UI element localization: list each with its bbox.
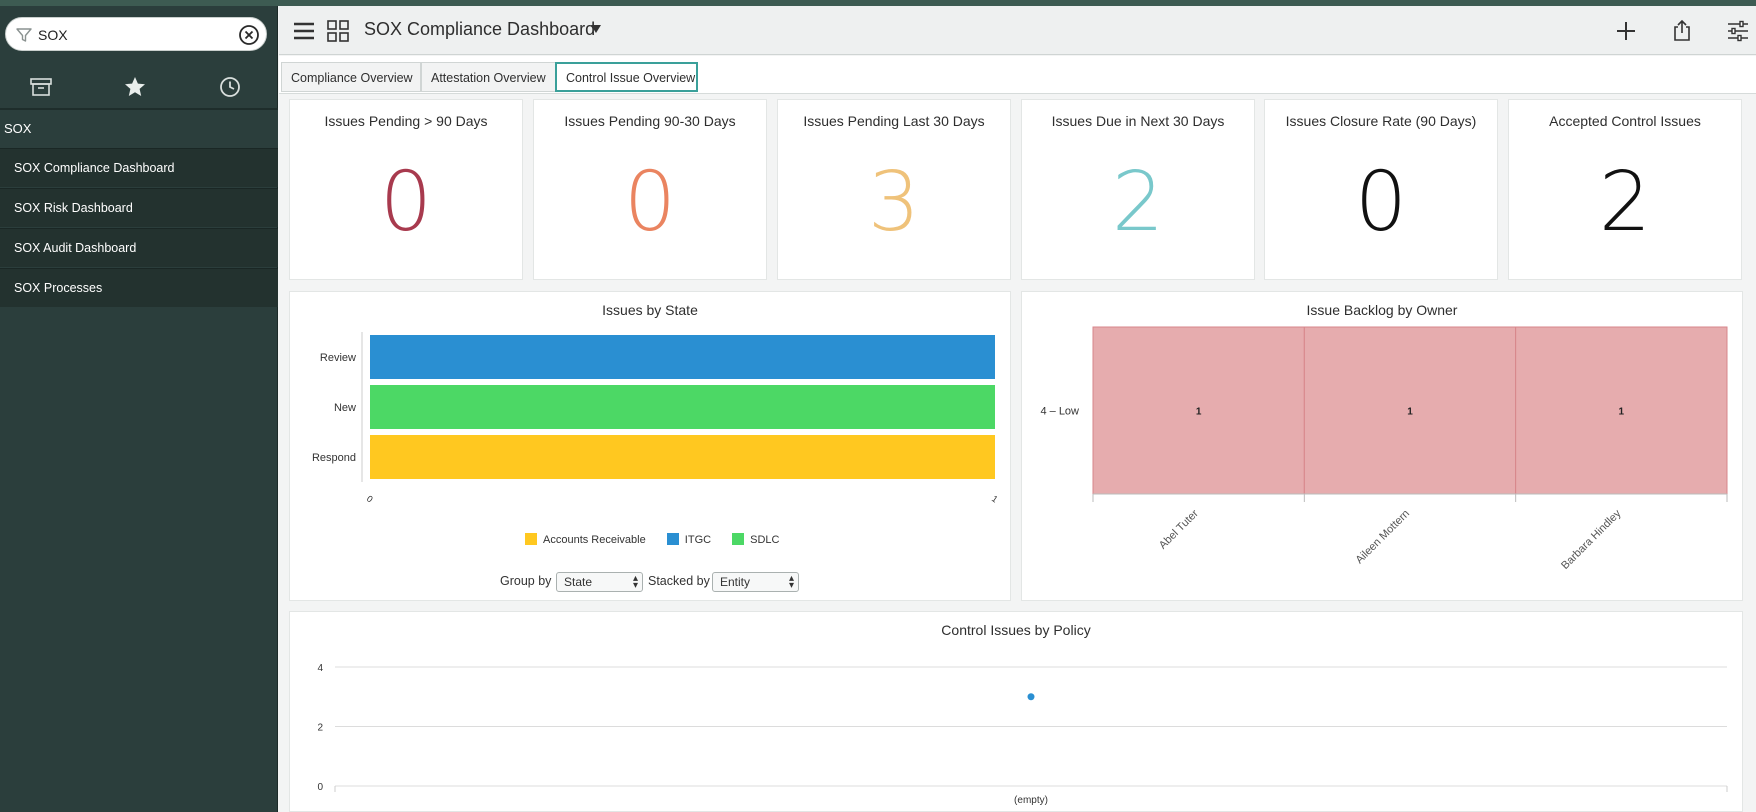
caret-down-icon[interactable] [589,22,603,36]
nav-item-sox-compliance-dashboard[interactable]: SOX Compliance Dashboard [0,148,278,187]
menu-icon[interactable] [291,18,317,44]
chart-title: Control Issues by Policy [941,622,1091,638]
chart-title: Issue Backlog by Owner [1306,302,1458,318]
chart-title: Issues by State [602,302,698,318]
stat-card[interactable]: Issues Closure Rate (90 Days) 0 [1264,99,1498,280]
x-tick-label: Aileen Mottern [1353,508,1412,567]
heatmap-cell-value: 1 [1196,407,1202,418]
y-tick-label: 4 [317,663,323,674]
y-tick-label: Review [320,352,356,364]
heatmap-cell-value: 1 [1407,407,1413,418]
stacked-by-select[interactable]: Entity ▴ ▾ [712,572,799,592]
control-issues-by-policy-card: Control Issues by Policy 0 2 4 (empty) [289,611,1743,812]
legend-swatch [732,533,745,545]
nav-item-sox-risk-dashboard[interactable]: SOX Risk Dashboard [0,188,278,227]
issue-backlog-heatmap: 4 – Low 1 1 1 Abel Tuter Aileen Mottern Barbar… [1040,326,1728,572]
heatmap-row-label: 4 – Low [1040,406,1079,418]
dashboard-title[interactable]: SOX Compliance Dashboard [364,19,595,40]
dashboard-header: SOX Compliance Dashboard [279,6,1756,55]
grid-icon[interactable] [325,18,351,44]
issues-by-state-card: Issues by State Review New Respond 0 1 Accou… [289,291,1011,601]
nav-item-label: SOX Processes [14,281,103,295]
x-tick-label: Abel Tuter [1157,507,1201,551]
y-tick-label: 2 [317,723,323,734]
stat-card[interactable]: Issues Due in Next 30 Days 2 [1021,99,1255,280]
clear-filter-icon[interactable] [238,24,260,46]
stat-title: Issues Pending > 90 Days [324,113,488,129]
data-point [1027,693,1035,701]
stat-title: Issues Due in Next 30 Days [1051,113,1225,129]
legend-item[interactable]: ITGC [666,533,712,546]
stat-value[interactable]: 2 [1509,158,1741,248]
sliders-icon[interactable] [1725,18,1751,44]
y-tick-label: New [334,402,356,414]
stacked-by-value: Entity [720,575,751,589]
x-tick-label: 1 [990,493,1000,504]
chart-legend: Accounts Receivable ITGC SDLC [525,533,797,546]
nav-item-label: SOX Audit Dashboard [14,241,137,255]
bar-segment [370,435,995,479]
tab-compliance-overview[interactable]: Compliance Overview [281,62,421,92]
plus-icon[interactable] [1613,18,1639,44]
x-tick-label: (empty) [1014,795,1048,806]
stat-card[interactable]: Accepted Control Issues 2 [1508,99,1742,280]
stacked-by-label: Stacked by [648,574,710,588]
clock-icon[interactable] [217,74,243,100]
legend-label: SDLC [750,534,780,546]
group-by-select[interactable]: State ▴ ▾ [556,572,643,592]
tab-attestation-overview[interactable]: Attestation Overview [421,62,556,92]
filter-icon [16,28,32,42]
stat-value[interactable]: 0 [534,158,766,248]
navigator-filter[interactable] [5,17,267,51]
legend-item[interactable]: SDLC [732,533,779,546]
tab-control-issue-overview[interactable]: Control Issue Overview [555,62,698,92]
issue-backlog-card: Issue Backlog by Owner 4 – Low 1 1 1 Abel Tu… [1021,291,1743,601]
legend-label: ITGC [684,534,712,546]
stat-title: Issues Pending 90-30 Days [564,113,736,129]
stat-card[interactable]: Issues Pending > 90 Days 0 [289,99,523,280]
nav-section-sox[interactable]: SOX [0,110,278,148]
navigator-sidebar: SOX SOX Compliance Dashboard SOX Risk Da… [0,6,278,812]
x-tick-label: Barbara Hindley [1559,507,1624,572]
stat-value[interactable]: 2 [1022,158,1254,248]
legend-swatch [666,533,679,545]
y-tick-label: Respond [312,452,356,464]
select-arrow-icon: ▴ ▾ [632,573,638,591]
legend-label: Accounts Receivable [543,534,646,546]
heatmap-cell-value: 1 [1619,407,1625,418]
y-tick-label: 0 [317,782,323,793]
stat-title: Issues Pending Last 30 Days [803,113,985,129]
issues-by-state-chart: Review New Respond 0 1 [312,332,1000,505]
dashboard-tabs: Compliance Overview Attestation Overview… [279,56,1756,94]
legend-swatch [525,533,537,545]
group-by-value: State [564,575,593,589]
stat-value[interactable]: 3 [778,158,1010,248]
star-icon[interactable] [122,74,148,100]
navigator-tabs [0,66,278,110]
stat-title: Issues Closure Rate (90 Days) [1285,113,1477,129]
nav-item-label: SOX Compliance Dashboard [14,161,175,175]
stat-card[interactable]: Issues Pending Last 30 Days 3 [777,99,1011,280]
nav-item-sox-processes[interactable]: SOX Processes [0,268,278,307]
stat-value[interactable]: 0 [1265,158,1497,248]
stat-card[interactable]: Issues Pending 90-30 Days 0 [533,99,767,280]
stat-title: Accepted Control Issues [1549,113,1701,129]
select-arrow-icon: ▴ ▾ [788,573,794,591]
nav-item-sox-audit-dashboard[interactable]: SOX Audit Dashboard [0,228,278,267]
share-icon[interactable] [1669,18,1695,44]
archive-icon[interactable] [28,74,54,100]
bar-segment [370,385,995,429]
group-by-label: Group by [500,574,552,588]
legend-item[interactable]: Accounts Receivable [525,533,646,546]
nav-section-label: SOX [4,121,32,136]
control-issues-by-policy-chart: 0 2 4 (empty) [317,663,1728,806]
bar-segment [370,335,995,379]
filter-input[interactable] [38,24,228,46]
stat-value[interactable]: 0 [290,158,522,248]
x-tick-label: 0 [365,493,375,504]
nav-item-label: SOX Risk Dashboard [14,201,133,215]
